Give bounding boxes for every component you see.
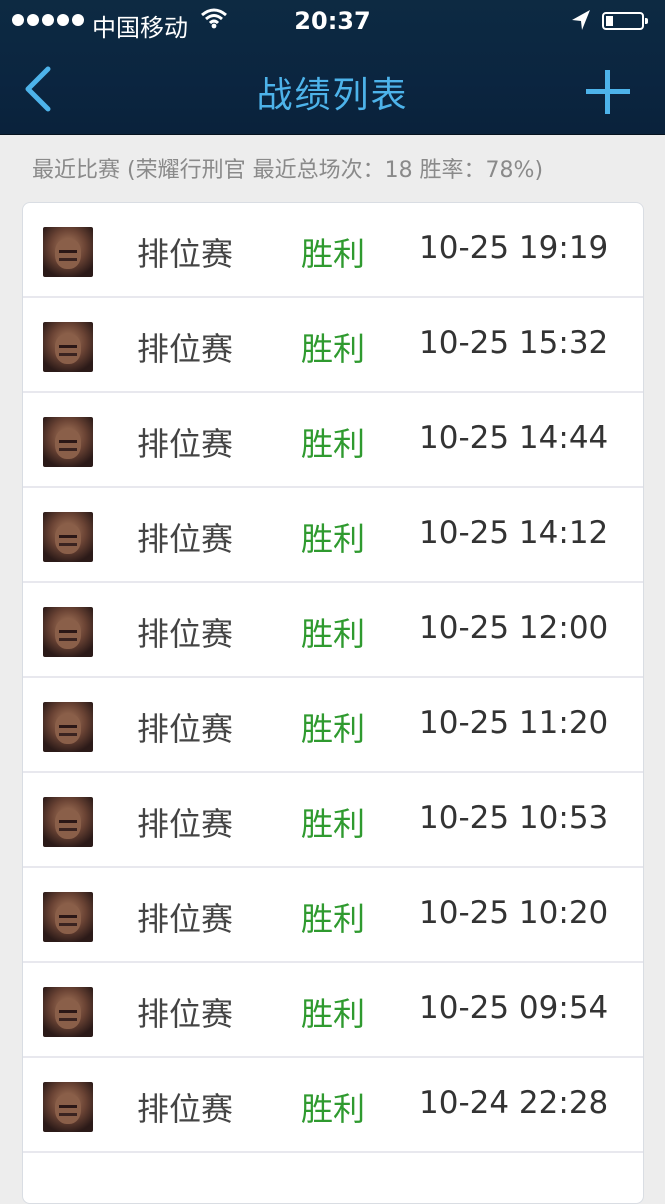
match-mode: 排位赛 [137,710,234,748]
match-result: 胜利 [301,615,366,653]
match-result: 胜利 [301,425,366,463]
hero-avatar [43,607,93,657]
match-row[interactable]: 排位赛 胜利 10-25 11:20 [23,678,643,773]
match-mode: 排位赛 [137,805,234,843]
match-row[interactable]: 排位赛 胜利 10-25 19:19 [23,203,643,298]
match-time: 10-25 15:32 [419,325,609,361]
match-mode: 排位赛 [137,995,234,1033]
plus-icon [586,70,630,114]
match-list: 排位赛 胜利 10-25 19:19 排位赛 胜利 10-25 15:32 排位赛 胜利 10-… [22,202,644,1204]
match-result: 胜利 [301,805,366,843]
hero-avatar [43,322,93,372]
match-mode: 排位赛 [137,900,234,938]
match-mode: 排位赛 [137,235,234,273]
match-time: 10-25 11:20 [419,705,609,741]
hero-avatar [43,227,93,277]
match-result: 胜利 [301,900,366,938]
match-mode: 排位赛 [137,615,234,653]
match-row[interactable]: 排位赛 胜利 10-25 09:54 [23,963,643,1058]
add-button[interactable] [584,68,632,116]
top-bar: 中国移动 20:37 战绩列表 [0,0,665,135]
match-mode: 排位赛 [137,425,234,463]
match-row[interactable]: 排位赛 胜利 10-25 15:32 [23,298,643,393]
match-mode: 排位赛 [137,1090,234,1128]
hero-avatar [43,417,93,467]
navigation-bar: 战绩列表 [0,44,665,134]
status-time: 20:37 [294,7,371,35]
battery-icon [602,12,648,30]
match-row[interactable]: 排位赛 胜利 10-24 22:28 [23,1058,643,1153]
match-row[interactable]: 排位赛 胜利 10-25 10:53 [23,773,643,868]
match-result: 胜利 [301,1090,366,1128]
match-result: 胜利 [301,995,366,1033]
match-summary: 最近比赛 (荣耀行刑官 最近总场次：18 胜率：78%) [32,158,544,183]
hero-avatar [43,1082,93,1132]
hero-avatar [43,987,93,1037]
match-time: 10-24 22:28 [419,1085,609,1121]
match-time: 10-25 10:53 [419,800,609,836]
match-row[interactable]: 排位赛 胜利 10-25 10:20 [23,868,643,963]
hero-avatar [43,892,93,942]
hero-avatar [43,512,93,562]
match-time: 10-25 12:00 [419,610,609,646]
status-bar: 中国移动 20:37 [0,0,665,44]
match-row[interactable]: 排位赛 胜利 10-25 12:00 [23,583,643,678]
match-mode: 排位赛 [137,520,234,558]
match-row[interactable]: 排位赛 胜利 10-25 14:12 [23,488,643,583]
match-time: 10-25 14:44 [419,420,609,456]
match-time: 10-25 09:54 [419,990,609,1026]
match-row-partial[interactable] [23,1153,643,1203]
match-time: 10-25 19:19 [419,230,609,266]
match-time: 10-25 10:20 [419,895,609,931]
match-result: 胜利 [301,520,366,558]
hero-avatar [43,702,93,752]
location-arrow-icon [572,10,590,30]
match-time: 10-25 14:12 [419,515,609,551]
match-result: 胜利 [301,235,366,273]
match-result: 胜利 [301,710,366,748]
match-result: 胜利 [301,330,366,368]
match-row[interactable]: 排位赛 胜利 10-25 14:44 [23,393,643,488]
hero-avatar [43,797,93,847]
match-mode: 排位赛 [137,330,234,368]
page-title: 战绩列表 [256,75,409,116]
